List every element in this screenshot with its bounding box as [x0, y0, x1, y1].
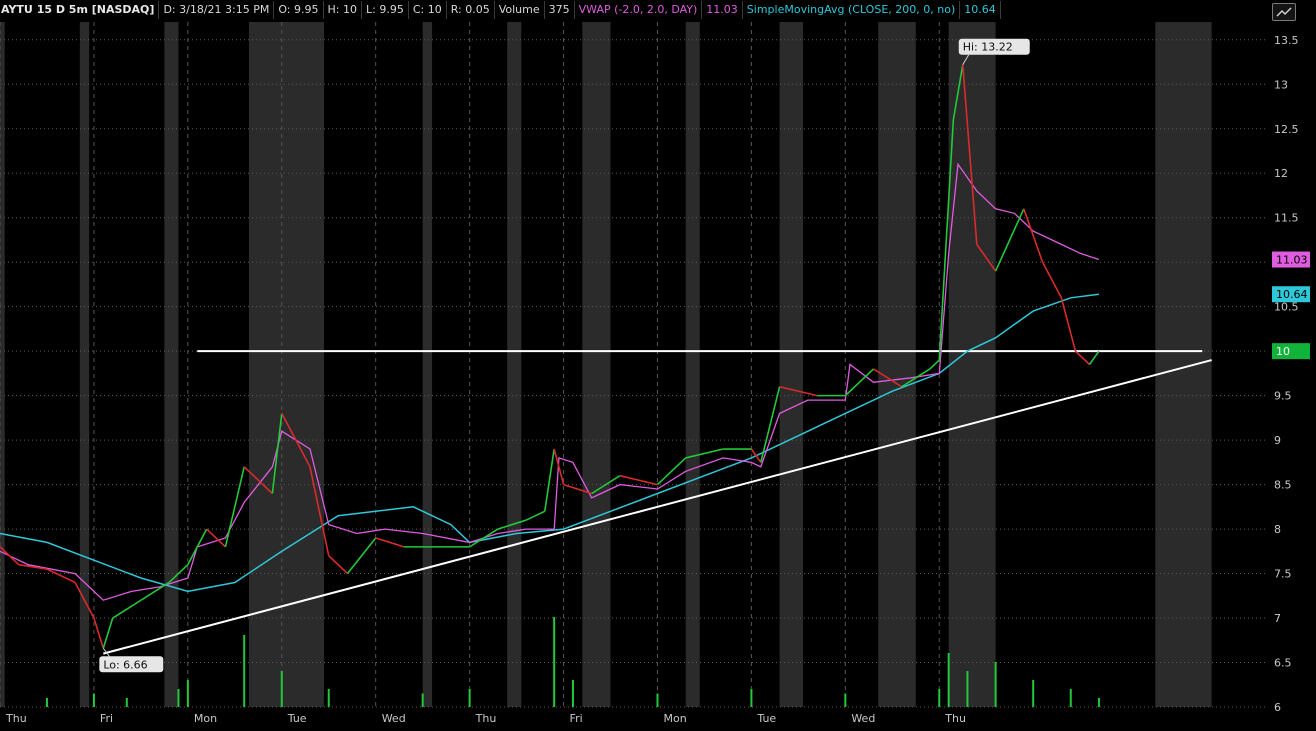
- y-tick-label: 9: [1274, 434, 1281, 447]
- y-tick-label: 7: [1274, 612, 1281, 625]
- session-shade: [422, 22, 433, 707]
- volume-bar: [92, 693, 95, 707]
- volume-bar: [1032, 680, 1035, 707]
- volume-bar: [553, 617, 556, 707]
- price-segment: [543, 448, 555, 512]
- y-tick-label: 12.5: [1274, 123, 1299, 136]
- price-segment: [1023, 208, 1044, 263]
- volume-bar: [280, 671, 283, 707]
- y-tick-label: 6.5: [1274, 657, 1292, 670]
- price-segment: [112, 599, 142, 619]
- volume-bar: [750, 689, 753, 707]
- x-tick-label: Mon: [194, 712, 217, 725]
- x-tick-label: Thu: [475, 712, 497, 725]
- volume-bar: [656, 693, 659, 707]
- price-segment: [844, 368, 875, 397]
- x-tick-label: Tue: [287, 712, 307, 725]
- x-tick-label: Mon: [663, 712, 686, 725]
- price-segment: [375, 537, 405, 548]
- volume-bar: [327, 689, 330, 707]
- volume-bar: [186, 680, 189, 707]
- y-tick-label: 9.5: [1274, 390, 1292, 403]
- volume-bar: [1097, 698, 1100, 707]
- session-shade: [1155, 22, 1212, 707]
- volume-bar: [994, 662, 997, 707]
- x-tick-label: Thu: [5, 712, 27, 725]
- right-badge-last-label: 10: [1276, 345, 1290, 358]
- volume-bar: [421, 693, 424, 707]
- y-tick-label: 10.5: [1274, 301, 1299, 314]
- y-tick-label: 13.5: [1274, 34, 1299, 47]
- volume-bar: [938, 689, 941, 707]
- volume-bar: [468, 689, 471, 707]
- lo-annotation-label: Lo: 6.66: [103, 658, 147, 671]
- session-shade: [878, 22, 916, 707]
- volume-bar: [966, 671, 969, 707]
- price-chart[interactable]: 66.577.588.599.51010.51111.51212.51313.5…: [0, 0, 1316, 731]
- volume-bar: [177, 689, 180, 707]
- session-shade: [582, 22, 611, 707]
- y-tick-label: 8.5: [1274, 479, 1292, 492]
- price-segment: [328, 555, 349, 575]
- volume-bar: [947, 653, 950, 707]
- x-tick-label: Wed: [851, 712, 875, 725]
- session-shade: [164, 22, 179, 707]
- volume-bar: [45, 698, 48, 707]
- y-tick-label: 6: [1274, 701, 1281, 714]
- price-segment: [1074, 350, 1091, 366]
- y-tick-label: 13: [1274, 78, 1288, 91]
- session-shade: [0, 22, 5, 707]
- price-segment: [929, 359, 940, 370]
- volume-bar: [844, 693, 847, 707]
- volume-bar: [571, 680, 574, 707]
- session-shade: [507, 22, 522, 707]
- price-segment: [619, 474, 658, 486]
- price-segment: [553, 448, 565, 485]
- x-tick-label: Thu: [944, 712, 966, 725]
- x-tick-label: Wed: [382, 712, 406, 725]
- session-shade: [79, 22, 90, 707]
- y-tick-label: 8: [1274, 523, 1281, 536]
- session-shade: [685, 22, 700, 707]
- price-segment: [750, 448, 762, 463]
- volume-bar: [1069, 689, 1072, 707]
- price-segment: [206, 528, 226, 548]
- volume-bar: [243, 635, 246, 707]
- session-shade: [948, 22, 996, 707]
- price-segment: [994, 208, 1025, 272]
- session-shade: [779, 22, 804, 707]
- x-tick-label: Fri: [100, 712, 113, 725]
- price-segment: [346, 537, 377, 575]
- right-badge-vwap-label: 11.03: [1276, 254, 1308, 267]
- hi-annotation-label: Hi: 13.22: [963, 41, 1013, 54]
- price-segment: [760, 386, 781, 463]
- y-tick-label: 7.5: [1274, 568, 1292, 581]
- x-tick-label: Fri: [570, 712, 583, 725]
- price-segment: [93, 617, 105, 649]
- price-segment: [525, 510, 546, 521]
- y-tick-label: 11.5: [1274, 212, 1299, 225]
- price-segment: [102, 617, 114, 649]
- y-tick-label: 12: [1274, 167, 1288, 180]
- right-badge-sma-label: 10.64: [1276, 288, 1308, 301]
- x-tick-label: Tue: [756, 712, 776, 725]
- volume-bar: [125, 698, 128, 707]
- price-segment: [187, 528, 208, 566]
- price-segment: [1088, 350, 1100, 365]
- price-segment: [1060, 297, 1077, 352]
- price-segment: [1041, 261, 1063, 299]
